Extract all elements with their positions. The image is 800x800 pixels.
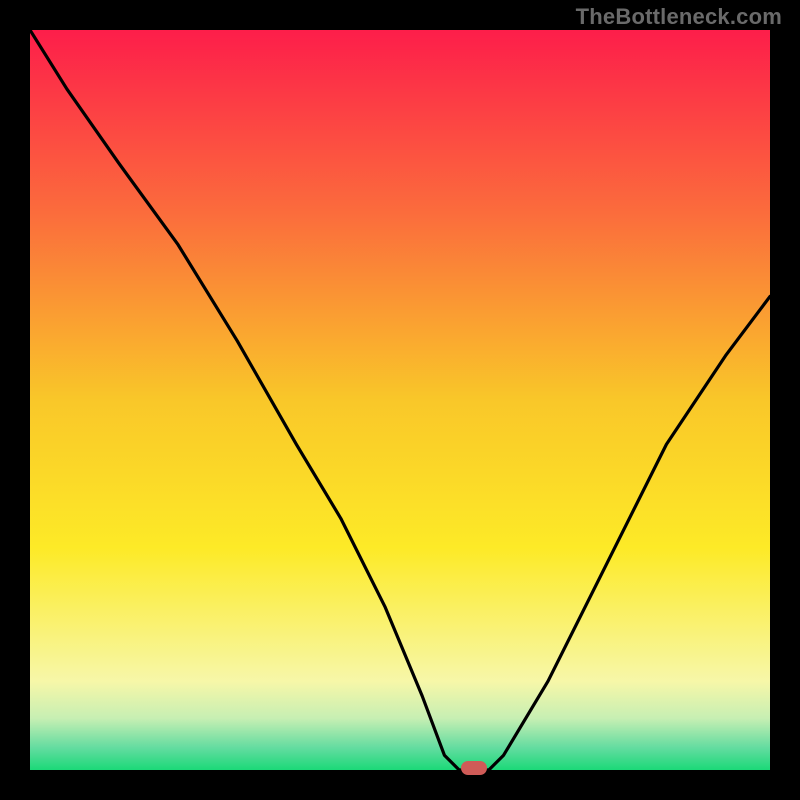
chart-plot — [30, 30, 770, 770]
chart-frame: TheBottleneck.com — [0, 0, 800, 800]
optimal-marker — [461, 761, 487, 775]
watermark-text: TheBottleneck.com — [576, 4, 782, 30]
chart-background — [30, 30, 770, 770]
